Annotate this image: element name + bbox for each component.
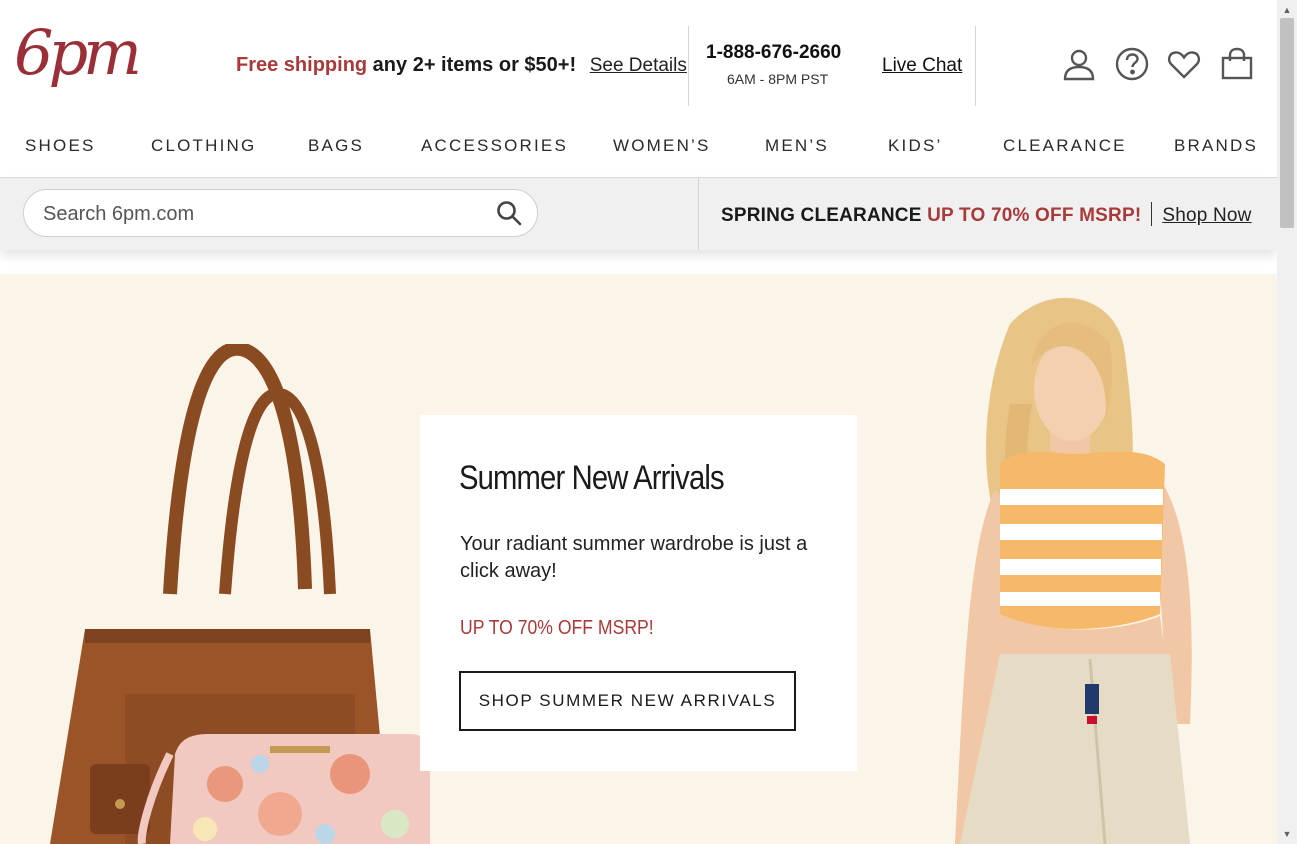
header-divider [688, 26, 689, 106]
hero-sale-text: UP TO 70% OFF MSRP! [460, 617, 654, 639]
scroll-down-arrow-icon[interactable]: ▼ [1277, 826, 1297, 842]
page-scrollbar[interactable]: ▲ ▼ [1277, 0, 1297, 844]
hero-description: Your radiant summer wardrobe is just a c… [460, 533, 808, 582]
page: 6pm Free shipping any 2+ items or $50+! … [0, 0, 1277, 844]
strip-divider [698, 178, 699, 250]
phone-number[interactable]: 1-888-676-2660 [706, 42, 841, 64]
shipping-promo: Free shipping any 2+ items or $50+! See … [236, 54, 687, 77]
nav-item-mens[interactable]: MEN’S [765, 136, 829, 156]
logo[interactable]: 6pm [14, 22, 142, 84]
live-chat-link[interactable]: Live Chat [882, 55, 962, 77]
favorites-icon[interactable] [1166, 46, 1202, 82]
search-box [23, 189, 538, 237]
model-image [955, 297, 1192, 844]
nav-item-accessories[interactable]: ACCESSORIES [421, 136, 568, 156]
clearance-separator [1151, 202, 1153, 226]
nav-item-shoes[interactable]: SHOES [25, 136, 96, 156]
site-header: 6pm Free shipping any 2+ items or $50+! … [0, 0, 1277, 120]
nav-item-kids[interactable]: KIDS’ [888, 136, 942, 156]
help-icon[interactable] [1114, 46, 1150, 82]
see-details-link[interactable]: See Details [590, 55, 687, 76]
promo-accent: Free shipping [236, 54, 368, 76]
scroll-up-arrow-icon[interactable]: ▲ [1277, 2, 1297, 18]
clearance-banner: SPRING CLEARANCE UP TO 70% OFF MSRP! Shop… [721, 202, 1252, 227]
support-hours: 6AM - 8PM PST [727, 71, 829, 87]
hero-card: Summer New Arrivals Your radiant summer … [420, 415, 857, 771]
account-icon[interactable] [1061, 46, 1097, 82]
hero-banner[interactable]: Summer New Arrivals Your radiant summer … [0, 274, 1277, 844]
shop-summer-new-arrivals-button[interactable]: SHOP SUMMER NEW ARRIVALS [459, 671, 796, 731]
nav-item-clothing[interactable]: CLOTHING [151, 136, 256, 156]
nav-item-bags[interactable]: BAGS [308, 136, 364, 156]
main-nav: SHOES CLOTHING BAGS ACCESSORIES WOMEN’S … [0, 120, 1277, 178]
shop-now-link[interactable]: Shop Now [1162, 205, 1251, 226]
hero-title: Summer New Arrivals [459, 459, 725, 497]
search-icon[interactable] [495, 199, 523, 227]
nav-item-brands[interactable]: BRANDS [1174, 136, 1258, 156]
promo-text: any 2+ items or $50+! [367, 54, 577, 76]
scrollbar-thumb[interactable] [1280, 18, 1294, 228]
nav-item-womens[interactable]: WOMEN’S [613, 136, 711, 156]
cart-icon[interactable] [1219, 46, 1255, 82]
nav-item-clearance[interactable]: CLEARANCE [1003, 136, 1127, 156]
header-divider [975, 26, 976, 106]
clearance-title: SPRING CLEARANCE [721, 205, 922, 226]
clearance-accent: UP TO 70% OFF MSRP! [927, 205, 1142, 226]
search-input[interactable] [43, 201, 483, 227]
handbag-image [50, 344, 430, 844]
search-strip: SPRING CLEARANCE UP TO 70% OFF MSRP! Shop… [0, 178, 1277, 250]
